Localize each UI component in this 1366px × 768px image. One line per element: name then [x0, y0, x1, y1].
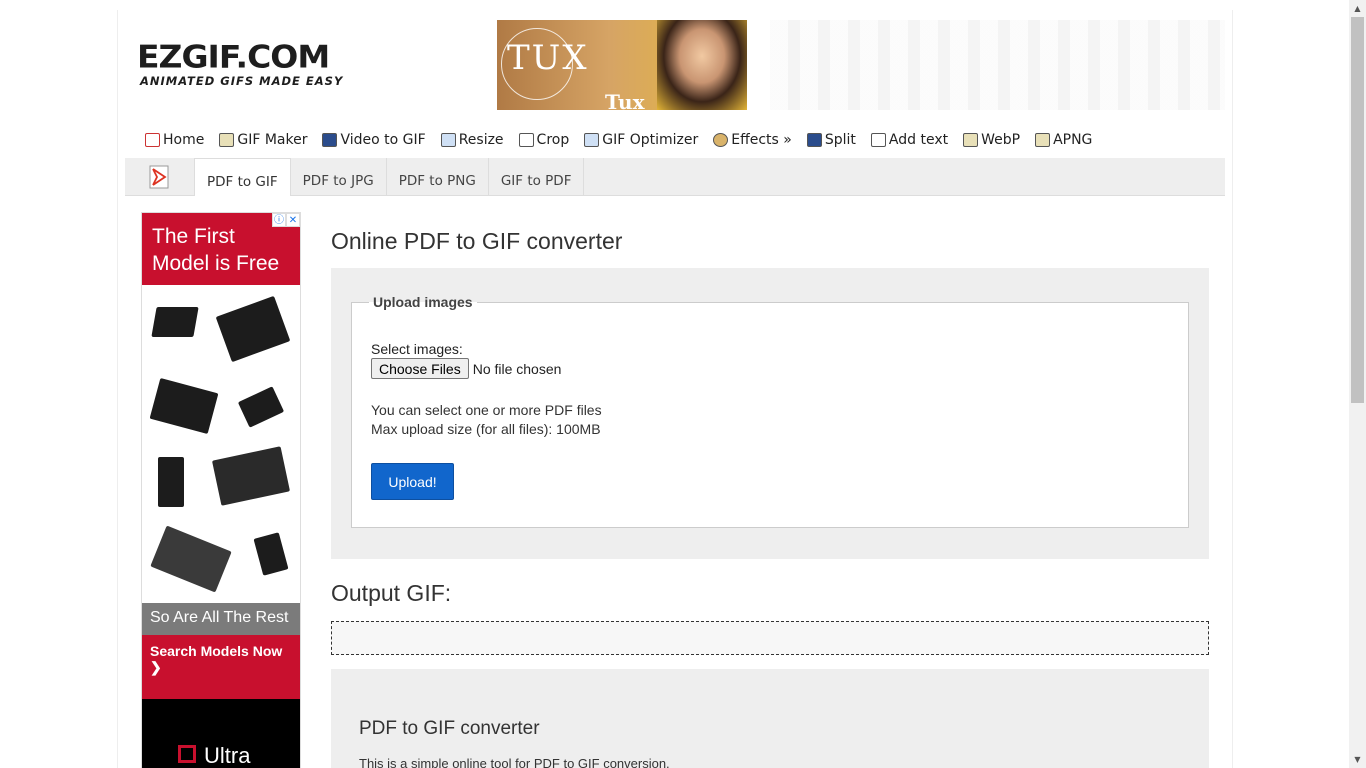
site-logo[interactable]: EZGIF.COM ANIMATED GIFS MADE EASY: [137, 38, 367, 88]
resize-icon: [440, 133, 456, 147]
nav-item-effects[interactable]: Effects »: [713, 132, 792, 148]
nav-item-label: GIF Maker: [237, 132, 308, 148]
vertical-scrollbar[interactable]: ▲ ▼: [1349, 0, 1366, 768]
description-text: This is a simple online tool for PDF to …: [359, 756, 670, 768]
nav-item-add-text[interactable]: Add text: [870, 132, 949, 148]
tab-pdf-to-png[interactable]: PDF to PNG: [387, 158, 489, 196]
ad-choices[interactable]: ⓘ ✕: [272, 213, 300, 227]
nav-item-label: Video to GIF: [340, 132, 426, 148]
ad-chips-image: [142, 285, 300, 603]
apng-icon: [1035, 133, 1051, 147]
home-icon: [145, 133, 160, 147]
gif-maker-icon: [219, 133, 235, 147]
page-title: Online PDF to GIF converter: [331, 228, 623, 254]
help-file-types: You can select one or more PDF files: [371, 402, 602, 418]
side-ad[interactable]: ⓘ ✕ The First Model is Free So Are All T…: [141, 212, 301, 768]
nav-item-gif-maker[interactable]: GIF Maker: [219, 132, 307, 148]
nav-item-split[interactable]: Split: [806, 132, 856, 148]
chip-logo-icon: [178, 745, 196, 763]
main-content: Online PDF to GIF converter Upload image…: [331, 228, 1209, 768]
nav-item-label: WebP: [981, 132, 1021, 148]
upload-fieldset: Upload images Select images: Choose File…: [351, 294, 1189, 528]
select-images-label: Select images:: [371, 341, 463, 357]
nav-item-label: Resize: [458, 132, 504, 148]
effects-icon: [713, 133, 729, 147]
nav-item-label: Split: [824, 132, 856, 148]
side-ad-cta[interactable]: Search Models Now ❯: [142, 635, 300, 699]
logo-tagline: ANIMATED GIFS MADE EASY: [140, 74, 344, 88]
nav-item-label: Home: [163, 132, 205, 148]
nav-item-label: Effects »: [731, 132, 792, 148]
nav-item-label: Crop: [536, 132, 570, 148]
split-icon: [806, 133, 822, 147]
no-file-chosen-text: No file chosen: [472, 360, 562, 377]
upload-button[interactable]: Upload!: [371, 463, 454, 500]
scroll-down-arrow-icon[interactable]: ▼: [1349, 751, 1366, 768]
scroll-up-arrow-icon[interactable]: ▲: [1349, 0, 1366, 17]
nav-item-webp[interactable]: WebP: [963, 132, 1020, 148]
pdf-icon: [125, 158, 195, 196]
ad-brand-text: TUX: [507, 38, 589, 78]
tab-pdf-to-jpg[interactable]: PDF to JPG: [291, 158, 387, 196]
upload-help: You can select one or more PDF files Max…: [371, 401, 1169, 439]
output-area: [331, 621, 1209, 655]
nav-item-label: Add text: [888, 132, 949, 148]
upload-legend: Upload images: [373, 294, 473, 310]
choose-files-button[interactable]: Choose Files: [371, 358, 469, 379]
ad-model-image: [657, 20, 747, 110]
nav-item-resize[interactable]: Resize: [440, 132, 504, 148]
help-max-size: Max upload size (for all files): 100MB: [371, 421, 601, 437]
nav-item-label: GIF Optimizer: [602, 132, 699, 148]
file-input[interactable]: Choose Files No file chosen: [371, 358, 1169, 379]
sub-nav: PDF to GIF PDF to JPG PDF to PNG GIF to …: [125, 158, 1225, 196]
output-title: Output GIF:: [331, 580, 452, 606]
add-text-icon: [870, 133, 886, 147]
nav-item-home[interactable]: Home: [145, 132, 204, 148]
nav-item-video-to-gif[interactable]: Video to GIF: [322, 132, 426, 148]
scroll-thumb[interactable]: [1351, 17, 1364, 403]
ad-brand-small-text: Tux: [605, 90, 645, 110]
video-icon: [322, 133, 338, 147]
side-ad-footer: Ultra: [142, 699, 300, 768]
ad-close-icon[interactable]: ✕: [286, 213, 300, 227]
side-ad-mid-text: So Are All The Rest: [142, 603, 300, 635]
main-nav: Home GIF Maker Video to GIF Resize Crop …: [145, 132, 1107, 148]
nav-item-apng[interactable]: APNG: [1035, 132, 1092, 148]
description-title: PDF to GIF converter: [359, 718, 540, 739]
side-ad-footer-text: Ultra: [204, 743, 251, 768]
faded-banner: [770, 20, 1225, 110]
logo-main-text: EZGIF.COM: [137, 38, 330, 76]
top-banner-ad[interactable]: TUX Tux: [497, 20, 747, 110]
nav-item-gif-optimizer[interactable]: GIF Optimizer: [584, 132, 698, 148]
nav-item-crop[interactable]: Crop: [518, 132, 570, 148]
crop-icon: [518, 133, 534, 147]
webp-icon: [963, 133, 979, 147]
description-panel: PDF to GIF converter This is a simple on…: [331, 669, 1209, 768]
nav-item-label: APNG: [1053, 132, 1093, 148]
tab-gif-to-pdf[interactable]: GIF to PDF: [489, 158, 585, 196]
optimizer-icon: [584, 133, 600, 147]
upload-panel: Upload images Select images: Choose File…: [331, 268, 1209, 559]
tab-pdf-to-gif[interactable]: PDF to GIF: [195, 158, 291, 196]
ad-info-icon[interactable]: ⓘ: [272, 213, 286, 227]
